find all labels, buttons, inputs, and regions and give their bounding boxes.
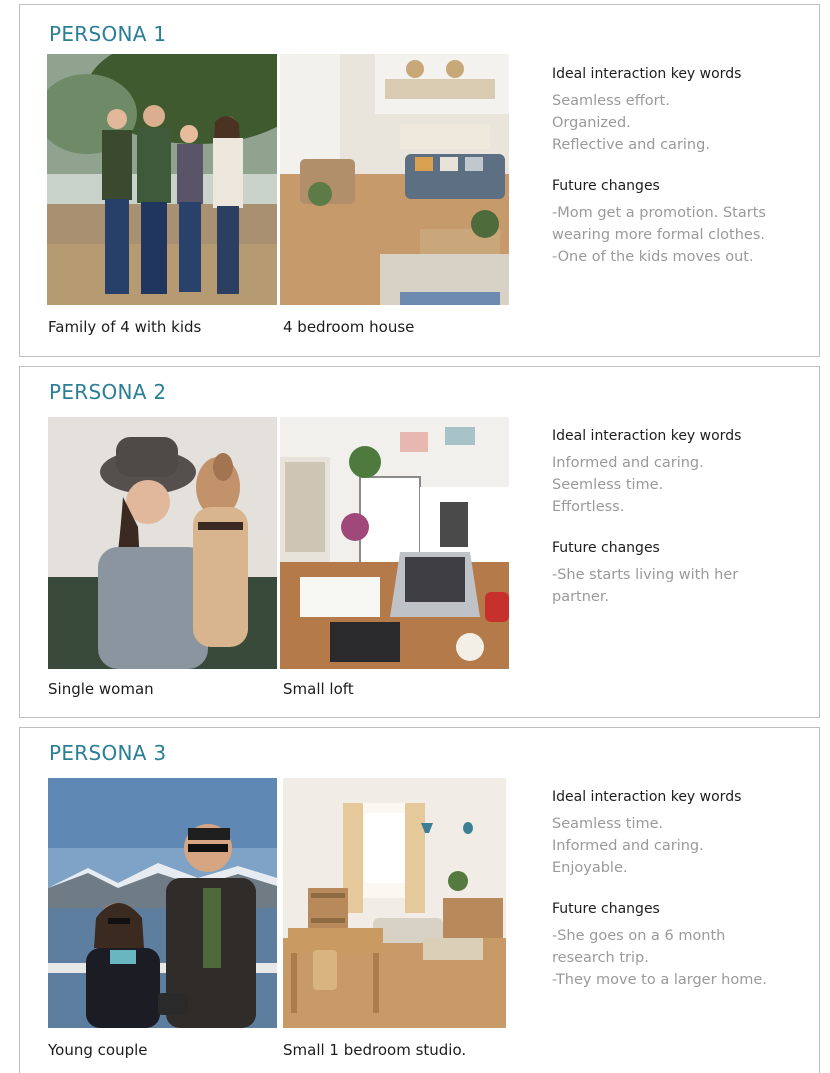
- keywords-list: Informed and caring. Seemless time. Effo…: [552, 452, 814, 518]
- future-changes-heading: Future changes: [552, 540, 660, 556]
- studio-apartment-photo: [283, 778, 506, 1028]
- desk-loft-photo: [280, 417, 509, 669]
- keyword-item: Seemless time.: [552, 477, 664, 493]
- keyword-item: Informed and caring.: [552, 455, 704, 471]
- keyword-item: Effortless.: [552, 499, 625, 515]
- keyword-item: Seamless time.: [552, 816, 664, 832]
- woman-with-dog-photo: [48, 417, 277, 669]
- photo-caption: Family of 4 with kids: [48, 318, 202, 336]
- change-item: research trip.: [552, 950, 649, 966]
- persona-title: PERSONA 2: [49, 380, 167, 404]
- change-item: -One of the kids moves out.: [552, 249, 754, 265]
- keyword-item: Enjoyable.: [552, 860, 628, 876]
- change-item: -She goes on a 6 month: [552, 928, 726, 944]
- change-item: -They move to a larger home.: [552, 972, 767, 988]
- change-item: -Mom get a promotion. Starts: [552, 205, 766, 221]
- persona-card-2: PERSONA 2 Single woman Small loft Ideal …: [19, 366, 820, 718]
- keyword-item: Informed and caring.: [552, 838, 704, 854]
- persona-title: PERSONA 1: [49, 22, 167, 46]
- photo-caption: Small 1 bedroom studio.: [283, 1041, 467, 1059]
- couple-photo: [48, 778, 277, 1028]
- photo-caption: Young couple: [48, 1041, 148, 1059]
- keyword-item: Organized.: [552, 115, 631, 131]
- persona-details: Ideal interaction key words Informed and…: [552, 426, 814, 608]
- persona-title: PERSONA 3: [49, 741, 167, 765]
- future-changes-list: -She goes on a 6 month research trip. -T…: [552, 925, 814, 991]
- keyword-item: Seamless effort.: [552, 93, 670, 109]
- photo-caption: Small loft: [283, 680, 354, 698]
- change-item: -She starts living with her: [552, 567, 739, 583]
- persona-details: Ideal interaction key words Seamless tim…: [552, 787, 814, 991]
- persona-details: Ideal interaction key words Seamless eff…: [552, 64, 814, 268]
- persona-card-1: PERSONA 1 Family of 4 with kids 4 bedroo…: [19, 4, 820, 357]
- future-changes-heading: Future changes: [552, 901, 660, 917]
- keywords-heading: Ideal interaction key words: [552, 428, 742, 444]
- future-changes-list: -Mom get a promotion. Starts wearing mor…: [552, 202, 814, 268]
- photo-caption: 4 bedroom house: [283, 318, 415, 336]
- keywords-heading: Ideal interaction key words: [552, 66, 742, 82]
- keywords-list: Seamless effort. Organized. Reflective a…: [552, 90, 814, 156]
- future-changes-heading: Future changes: [552, 178, 660, 194]
- future-changes-list: -She starts living with her partner.: [552, 564, 814, 608]
- keywords-list: Seamless time. Informed and caring. Enjo…: [552, 813, 814, 879]
- persona-card-3: PERSONA 3 Young couple Small 1 bedroom s…: [19, 727, 820, 1073]
- keywords-heading: Ideal interaction key words: [552, 789, 742, 805]
- change-item: partner.: [552, 589, 610, 605]
- living-room-photo: [280, 54, 509, 305]
- keyword-item: Reflective and caring.: [552, 137, 710, 153]
- change-item: wearing more formal clothes.: [552, 227, 765, 243]
- family-photo: [47, 54, 277, 305]
- photo-caption: Single woman: [48, 680, 154, 698]
